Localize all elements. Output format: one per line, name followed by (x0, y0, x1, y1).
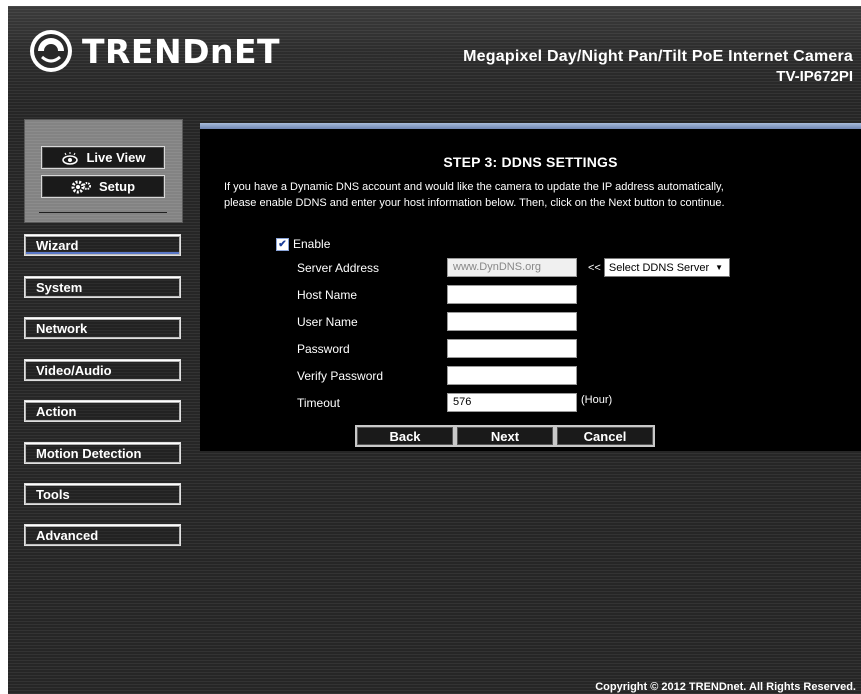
brand-name: TRENDnET (82, 31, 281, 71)
step-description: If you have a Dynamic DNS account and wo… (224, 179, 844, 211)
back-button[interactable]: Back (355, 425, 455, 447)
sidebar-item-network[interactable]: Network (24, 317, 181, 339)
ddns-server-select[interactable]: Select DDNS Server ▼ (603, 258, 731, 277)
sidebar-item-advanced[interactable]: Advanced (24, 524, 181, 546)
timeout-field[interactable]: 576 (447, 393, 577, 412)
sidebar-item-label: Action (26, 403, 179, 420)
sidebar-item-tools[interactable]: Tools (24, 483, 181, 505)
server-address-label: Server Address (297, 261, 380, 275)
sidebar-item-label: Wizard (26, 237, 179, 254)
trendnet-logo-icon (30, 30, 72, 72)
sidebar-item-label: Advanced (26, 527, 179, 544)
brand-logo: TRENDnET (28, 28, 280, 74)
sidebar-item-motion-detection[interactable]: Motion Detection (24, 442, 181, 464)
copyright-footer: Copyright © 2012 TRENDnet. All Rights Re… (595, 681, 856, 693)
verify-password-field[interactable] (447, 366, 577, 385)
sidebar-item-label: System (26, 279, 179, 296)
sidebar-item-wizard[interactable]: Wizard (24, 234, 181, 256)
gear-icon (71, 179, 93, 195)
product-info: Megapixel Day/Night Pan/Tilt PoE Interne… (463, 48, 853, 85)
product-model: TV-IP672PI (776, 68, 853, 85)
setup-button[interactable]: Setup (41, 175, 165, 198)
host-name-field[interactable] (447, 285, 577, 304)
sidebar-divider (39, 212, 167, 213)
description-line-1: If you have a Dynamic DNS account and wo… (224, 181, 724, 193)
eye-icon (60, 151, 80, 165)
enable-row: ✔ Enable (276, 237, 330, 251)
user-name-field[interactable] (447, 312, 577, 331)
sidebar-item-system[interactable]: System (24, 276, 181, 298)
timeout-unit: (Hour) (581, 394, 613, 406)
setup-label: Setup (98, 179, 136, 194)
host-name-label: Host Name (297, 288, 358, 302)
sidebar-item-label: Tools (26, 486, 179, 503)
product-name: Megapixel Day/Night Pan/Tilt PoE Interne… (463, 48, 853, 65)
password-label: Password (297, 342, 350, 356)
enable-label: Enable (293, 237, 331, 251)
server-address-field[interactable]: www.DynDNS.org (447, 258, 577, 277)
description-line-2: please enable DDNS and enter your host i… (224, 197, 725, 209)
next-button[interactable]: Next (455, 425, 555, 447)
select-prefix: << (588, 261, 601, 274)
sidebar-item-label: Video/Audio (26, 362, 179, 379)
user-name-label: User Name (297, 315, 358, 329)
password-field[interactable] (447, 339, 577, 358)
sidebar-item-video-audio[interactable]: Video/Audio (24, 359, 181, 381)
chevron-down-icon: ▼ (715, 263, 724, 272)
header: TRENDnET Megapixel Day/Night Pan/Tilt Po… (8, 6, 861, 106)
sidebar-item-label: Network (26, 320, 179, 337)
ddns-server-select-value: Select DDNS Server (608, 261, 710, 274)
page-frame: TRENDnET Megapixel Day/Night Pan/Tilt Po… (8, 6, 861, 694)
live-view-label: Live View (86, 150, 146, 165)
ddns-settings-panel: STEP 3: DDNS SETTINGS If you have a Dyna… (200, 129, 861, 451)
ddns-server-selector: << Select DDNS Server ▼ (588, 258, 731, 277)
sidebar-item-label: Motion Detection (26, 445, 179, 462)
verify-password-label: Verify Password (297, 369, 384, 383)
timeout-label: Timeout (297, 396, 340, 410)
cancel-button[interactable]: Cancel (555, 425, 655, 447)
sidebar-item-action[interactable]: Action (24, 400, 181, 422)
enable-checkbox[interactable]: ✔ (276, 237, 289, 251)
live-view-button[interactable]: Live View (41, 146, 165, 169)
page-title: STEP 3: DDNS SETTINGS (443, 154, 618, 170)
mode-panel: Live View Setup (24, 119, 183, 223)
